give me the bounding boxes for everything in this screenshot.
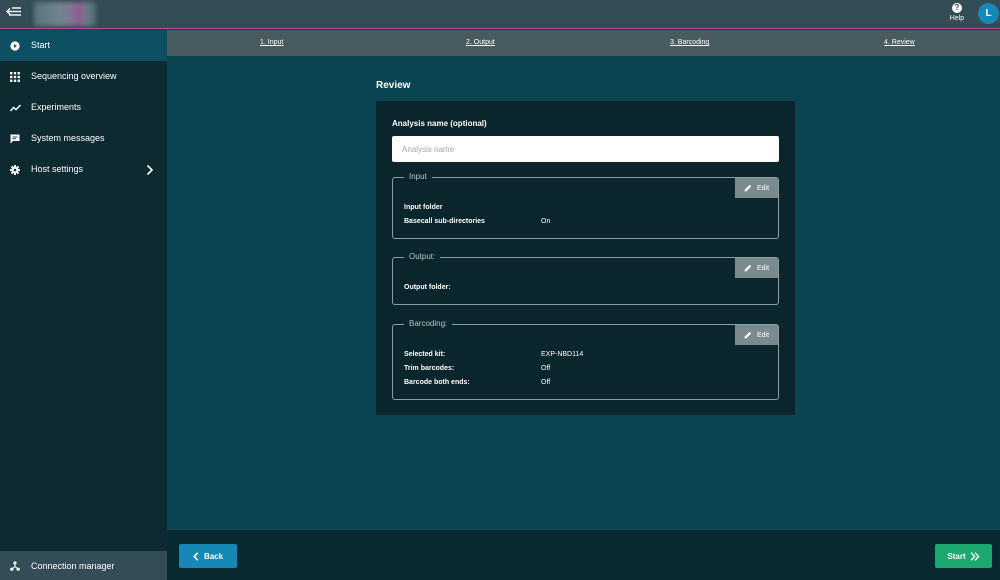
basecall-subdirs-value: On: [541, 218, 551, 225]
basecall-subdirs-label: Basecall sub-directories: [404, 218, 485, 225]
message-icon: [9, 133, 21, 145]
sidebar-item-host-settings[interactable]: Host settings: [0, 154, 167, 185]
input-folder-label: Input folder: [404, 204, 443, 211]
edit-label: Edit: [756, 264, 770, 272]
question-icon: ?: [952, 3, 962, 13]
sidebar-item-start[interactable]: Start: [0, 30, 167, 61]
output-folder-label: Output folder:: [404, 284, 451, 291]
trim-barcodes-label: Trim barcodes:: [404, 365, 455, 372]
review-card: Analysis name (optional) Input Edit Inpu…: [376, 101, 795, 415]
play-circle-icon: [9, 40, 21, 52]
sidebar-item-label: Sequencing overview: [31, 71, 117, 81]
gear-icon: [9, 164, 21, 176]
trim-barcodes-value: Off: [541, 365, 551, 372]
analysis-name-label: Analysis name (optional): [392, 119, 487, 128]
sidebar-item-label: Start: [31, 40, 51, 50]
chevron-left-icon: [193, 551, 199, 561]
bottom-action-bar: Back Start: [167, 530, 1000, 580]
sidebar-item-label: Host settings: [31, 164, 84, 174]
sidebar-item-label: System messages: [31, 133, 105, 143]
section-legend: Output:: [404, 252, 441, 261]
connection-manager-label: Connection manager: [31, 561, 115, 571]
edit-input-button[interactable]: Edit: [735, 178, 778, 198]
selected-kit-value: EXP-NBD114: [541, 351, 584, 358]
step-input[interactable]: 1. Input: [260, 39, 283, 46]
analysis-name-input[interactable]: [392, 136, 779, 162]
user-avatar[interactable]: L: [978, 3, 999, 24]
input-section: Input Edit Input folder Basecall sub-dir…: [392, 172, 779, 239]
start-label: Start: [947, 551, 966, 561]
step-output[interactable]: 2. Output: [466, 39, 495, 46]
double-chevron-right-icon: [970, 551, 980, 561]
step-barcoding[interactable]: 3. Barcoding: [670, 39, 709, 46]
trend-line-icon: [9, 102, 21, 114]
pencil-icon: [744, 184, 752, 192]
menu-collapse-icon[interactable]: [4, 6, 22, 20]
app-logo: [34, 2, 96, 26]
pencil-icon: [744, 331, 752, 339]
sidebar: Start Sequencing overview Experiments Sy…: [0, 30, 167, 580]
network-icon: [9, 560, 21, 572]
edit-label: Edit: [756, 184, 770, 192]
help-button[interactable]: ? Help: [945, 3, 969, 22]
wizard-steps: 1. Input 2. Output 3. Barcoding 4. Revie…: [167, 30, 1000, 56]
sidebar-item-sequencing-overview[interactable]: Sequencing overview: [0, 61, 167, 92]
edit-label: Edit: [756, 331, 770, 339]
help-label: Help: [949, 15, 965, 22]
sidebar-item-label: Experiments: [31, 102, 82, 112]
page-title: Review: [376, 80, 411, 91]
sidebar-item-system-messages[interactable]: System messages: [0, 123, 167, 154]
top-bar: ? Help L: [0, 0, 1000, 29]
barcoding-section: Barcoding: Edit Selected kit: EXP-NBD114…: [392, 319, 779, 400]
barcode-both-ends-value: Off: [541, 379, 551, 386]
step-review[interactable]: 4. Review: [884, 39, 915, 46]
back-button[interactable]: Back: [179, 544, 237, 568]
start-button[interactable]: Start: [935, 544, 992, 568]
selected-kit-label: Selected kit:: [404, 351, 446, 358]
pencil-icon: [744, 264, 752, 272]
section-legend: Barcoding:: [404, 319, 453, 328]
barcode-both-ends-label: Barcode both ends:: [404, 379, 470, 386]
edit-output-button[interactable]: Edit: [735, 258, 778, 278]
sidebar-item-connection-manager[interactable]: Connection manager: [0, 551, 167, 580]
edit-barcoding-button[interactable]: Edit: [735, 325, 778, 345]
grid-icon: [9, 71, 21, 83]
chevron-right-icon: [146, 163, 154, 176]
back-label: Back: [203, 551, 224, 561]
output-section: Output: Edit Output folder:: [392, 252, 779, 305]
sidebar-item-experiments[interactable]: Experiments: [0, 92, 167, 123]
section-legend: Input: [404, 172, 432, 181]
